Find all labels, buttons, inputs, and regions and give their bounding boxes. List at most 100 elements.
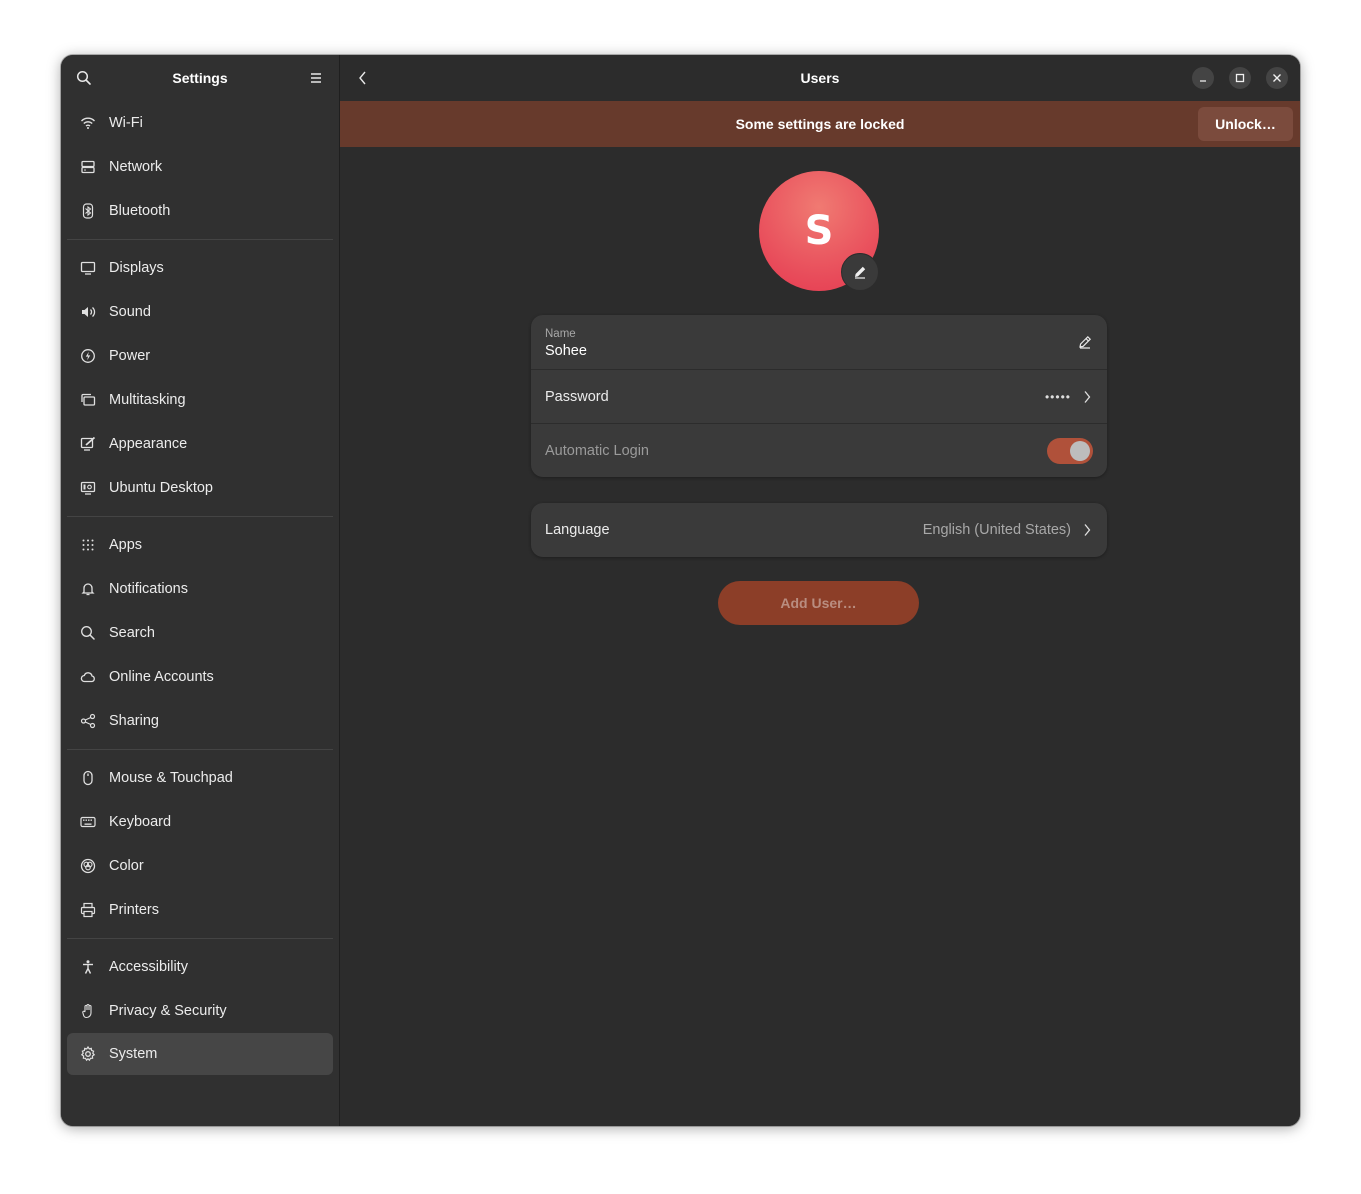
sidebar-item-apps[interactable]: Apps <box>67 523 333 567</box>
sidebar-separator <box>67 239 333 240</box>
close-icon[interactable] <box>1266 67 1288 89</box>
apps-grid-icon <box>80 537 96 553</box>
page-title: Users <box>800 70 840 86</box>
accessibility-icon <box>80 959 96 975</box>
sidebar-item-accessibility[interactable]: Accessibility <box>67 945 333 989</box>
automatic-login-toggle[interactable] <box>1047 437 1093 464</box>
user-details-card: Name Sohee Password ••••• Automatic Logi… <box>531 315 1107 477</box>
pencil-icon[interactable] <box>1077 334 1093 350</box>
wifi-icon <box>80 115 96 131</box>
unlock-button[interactable]: Unlock… <box>1198 107 1293 141</box>
automatic-login-row: Automatic Login <box>531 423 1107 477</box>
language-label: Language <box>545 522 610 538</box>
language-card: Language English (United States) <box>531 503 1107 557</box>
ubuntu-desktop-icon <box>80 480 96 496</box>
banner-text: Some settings are locked <box>735 116 905 132</box>
sidebar-item-privacy-security[interactable]: Privacy & Security <box>67 989 333 1033</box>
avatar-initial: S <box>804 208 834 254</box>
sidebar-item-multitasking[interactable]: Multitasking <box>67 378 333 422</box>
sidebar-list: Wi-Fi Network Bluetooth Displays Sound P… <box>61 101 339 1075</box>
header-bar: Users <box>340 55 1300 101</box>
sidebar-item-network[interactable]: Network <box>67 145 333 189</box>
appearance-icon <box>80 436 96 452</box>
automatic-login-label: Automatic Login <box>545 442 649 459</box>
sidebar-item-label: Online Accounts <box>109 669 214 685</box>
chevron-right-icon <box>1081 522 1093 538</box>
sidebar-item-wifi[interactable]: Wi-Fi <box>67 101 333 145</box>
language-value: English (United States) <box>922 522 1071 538</box>
color-icon <box>80 858 96 874</box>
language-row[interactable]: Language English (United States) <box>531 503 1107 557</box>
name-value: Sohee <box>545 342 587 359</box>
hamburger-menu-icon[interactable] <box>307 69 325 87</box>
settings-window: Settings Wi-Fi Network Bluetooth Display… <box>61 55 1300 1126</box>
bell-icon <box>80 581 96 597</box>
sidebar-item-label: Accessibility <box>109 959 188 975</box>
sidebar-item-label: Apps <box>109 537 143 553</box>
avatar-edit-button[interactable] <box>841 253 879 291</box>
bluetooth-icon <box>80 203 96 219</box>
sidebar-item-label: System <box>109 1046 158 1062</box>
minimize-icon[interactable] <box>1192 67 1214 89</box>
sidebar-item-bluetooth[interactable]: Bluetooth <box>67 189 333 233</box>
chevron-right-icon <box>1081 389 1093 405</box>
maximize-icon[interactable] <box>1229 67 1251 89</box>
hand-icon <box>80 1003 96 1019</box>
gear-icon <box>80 1046 96 1062</box>
sidebar-item-ubuntu-desktop[interactable]: Ubuntu Desktop <box>67 466 333 510</box>
add-user-button[interactable]: Add User… <box>718 581 919 625</box>
password-row[interactable]: Password ••••• <box>531 369 1107 423</box>
sidebar-item-label: Ubuntu Desktop <box>109 480 213 496</box>
sidebar-item-label: Notifications <box>109 581 188 597</box>
network-icon <box>80 159 96 175</box>
pencil-icon <box>852 264 868 280</box>
sidebar-item-label: Color <box>109 858 144 874</box>
sidebar: Settings Wi-Fi Network Bluetooth Display… <box>61 55 340 1126</box>
password-label: Password <box>545 388 609 405</box>
sidebar-item-displays[interactable]: Displays <box>67 246 333 290</box>
sidebar-item-label: Network <box>109 159 163 175</box>
sidebar-item-online-accounts[interactable]: Online Accounts <box>67 655 333 699</box>
sidebar-title: Settings <box>172 70 228 86</box>
name-row[interactable]: Name Sohee <box>531 315 1107 369</box>
display-icon <box>80 260 96 276</box>
sidebar-item-label: Displays <box>109 260 164 276</box>
share-icon <box>80 713 96 729</box>
sidebar-item-search[interactable]: Search <box>67 611 333 655</box>
cloud-icon <box>80 669 96 685</box>
sidebar-item-printers[interactable]: Printers <box>67 888 333 932</box>
keyboard-icon <box>80 814 96 830</box>
multitasking-icon <box>80 392 96 408</box>
window-controls <box>1192 67 1288 89</box>
sidebar-separator <box>67 749 333 750</box>
name-caption: Name <box>545 327 576 340</box>
search-icon <box>80 625 96 641</box>
sidebar-item-mouse-touchpad[interactable]: Mouse & Touchpad <box>67 756 333 800</box>
sidebar-item-label: Bluetooth <box>109 203 171 219</box>
toggle-knob <box>1070 440 1090 461</box>
sidebar-item-power[interactable]: Power <box>67 334 333 378</box>
password-mask: ••••• <box>1044 389 1071 404</box>
sidebar-item-notifications[interactable]: Notifications <box>67 567 333 611</box>
sidebar-item-color[interactable]: Color <box>67 844 333 888</box>
sidebar-item-sound[interactable]: Sound <box>67 290 333 334</box>
sidebar-item-label: Appearance <box>109 436 188 452</box>
power-icon <box>80 348 96 364</box>
sidebar-item-label: Keyboard <box>109 814 172 830</box>
sidebar-item-sharing[interactable]: Sharing <box>67 699 333 743</box>
printer-icon <box>80 902 96 918</box>
sidebar-item-label: Printers <box>109 902 159 918</box>
sidebar-item-system[interactable]: System <box>67 1033 333 1075</box>
main-pane: Users Some settings are locked Unlock… S <box>340 55 1300 1126</box>
sidebar-header: Settings <box>61 55 339 101</box>
sidebar-item-label: Privacy & Security <box>109 1003 227 1019</box>
speaker-icon <box>80 304 96 320</box>
sidebar-separator <box>67 938 333 939</box>
sidebar-separator <box>67 516 333 517</box>
sidebar-item-label: Mouse & Touchpad <box>109 770 233 786</box>
sidebar-item-appearance[interactable]: Appearance <box>67 422 333 466</box>
sidebar-item-keyboard[interactable]: Keyboard <box>67 800 333 844</box>
search-icon[interactable] <box>75 69 93 87</box>
sidebar-item-label: Sound <box>109 304 151 320</box>
sidebar-item-label: Search <box>109 625 155 641</box>
